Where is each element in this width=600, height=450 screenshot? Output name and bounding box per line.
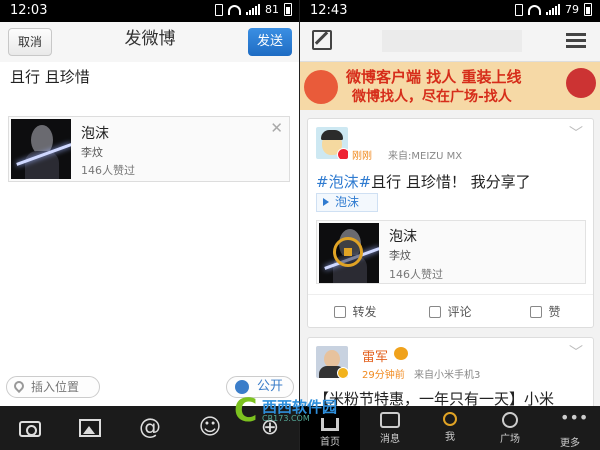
watermark-mark: C [234, 391, 258, 429]
post-hashtag[interactable]: #泡沫# [316, 173, 371, 191]
video-tag-label: 泡沫 [335, 195, 360, 209]
crown-icon [394, 347, 408, 360]
comment-button[interactable]: 评论 [403, 295, 498, 328]
watermark-logo: C 西西软件园 CR173.COM [232, 392, 380, 428]
like-button[interactable]: 赞 [498, 295, 593, 328]
play-button-icon[interactable] [333, 237, 363, 267]
battery-icon [584, 3, 592, 16]
repost-button[interactable]: 转发 [308, 295, 403, 328]
post-time: 29分钟前 [362, 370, 405, 381]
author-name[interactable]: 雷军 [362, 346, 388, 365]
post-time: 刚刚 [352, 151, 372, 162]
cancel-button[interactable]: 取消 [8, 28, 52, 56]
status-bar: 12:03 81 [0, 0, 300, 22]
play-icon [323, 198, 329, 206]
status-time: 12:03 [10, 3, 48, 18]
mascot-icon [566, 68, 596, 98]
chevron-down-icon[interactable]: ﹀ [569, 342, 583, 362]
battery-level: 81 [265, 3, 279, 16]
wifi-icon [528, 4, 541, 15]
weibo-badge-icon [337, 148, 348, 159]
status-bar: 12:43 79 [300, 0, 600, 22]
avatar[interactable] [316, 127, 348, 159]
music-card[interactable]: 泡沫 李炆 146人赞过 [316, 220, 586, 284]
more-icon: ••• [560, 408, 589, 427]
nav-square[interactable]: 广场 [480, 406, 540, 450]
thumbs-up-icon [530, 306, 543, 318]
nav-me[interactable]: 我 [420, 406, 480, 450]
mascot-icon [304, 70, 338, 104]
status-time: 12:43 [310, 3, 348, 18]
timeline-screen: 12:43 79 微博客户端 找人 重装上线 微博找人，尽在广场-找人 刚刚 来… [300, 0, 600, 450]
vibrate-icon [215, 3, 223, 16]
album-thumbnail [319, 223, 379, 283]
compose-icon[interactable] [312, 30, 332, 50]
post-body: 且行 且珍惜！ 我分享了 [371, 173, 531, 191]
camera-icon[interactable] [16, 414, 44, 442]
search-icon [502, 412, 518, 428]
feed-post[interactable]: 刚刚 来自:MEIZU MX ﹀ #泡沫#且行 且珍惜！ 我分享了 泡沫 泡沫 … [307, 118, 594, 328]
music-attachment-card[interactable]: 泡沫 李炆 146人赞过 ✕ [8, 116, 290, 182]
comment-icon [429, 306, 442, 318]
emoji-icon[interactable]: ☺ [196, 414, 224, 442]
send-button[interactable]: 发送 [248, 28, 292, 56]
battery-level: 79 [565, 3, 579, 16]
promo-banner[interactable]: 微博客户端 找人 重装上线 微博找人，尽在广场-找人 [300, 62, 600, 110]
battery-icon [284, 3, 292, 16]
nav-more[interactable]: ••• 更多 [540, 406, 600, 450]
timeline-header [300, 22, 600, 62]
verified-icon [337, 367, 348, 378]
song-title: 泡沫 [389, 229, 417, 245]
message-icon [380, 412, 400, 428]
repost-icon [334, 306, 347, 318]
post-actions: 转发 评论 赞 [308, 294, 593, 328]
banner-line2: 微博找人，尽在广场-找人 [352, 89, 512, 105]
location-pin-icon [11, 378, 27, 394]
watermark-url: CR173.COM [262, 414, 310, 423]
post-source: 来自:MEIZU MX [388, 151, 463, 162]
signal-icon [546, 4, 560, 15]
signal-icon [246, 4, 260, 15]
video-tag[interactable]: 泡沫 [316, 193, 378, 212]
song-likes: 146人赞过 [389, 268, 443, 281]
avatar[interactable] [316, 346, 348, 378]
album-thumbnail [11, 119, 71, 179]
wifi-icon [228, 4, 241, 15]
song-artist: 李炆 [389, 249, 411, 262]
song-title: 泡沫 [81, 126, 109, 142]
menu-icon[interactable] [566, 33, 586, 49]
post-source: 来自小米手机3 [414, 370, 481, 381]
compose-header: 发微博 取消 发送 [0, 22, 300, 62]
profile-icon [443, 412, 457, 426]
compose-input[interactable]: 且行 且珍惜 [10, 66, 90, 87]
banner-line1: 微博客户端 找人 重装上线 [346, 68, 522, 86]
header-title-area [382, 30, 522, 52]
insert-location-button[interactable]: 插入位置 [6, 376, 100, 398]
insert-location-label: 插入位置 [31, 380, 80, 394]
chevron-down-icon[interactable]: ﹀ [569, 123, 583, 143]
song-artist: 李炆 [81, 146, 103, 159]
close-icon[interactable]: ✕ [270, 119, 283, 137]
post-text: #泡沫#且行 且珍惜！ 我分享了 [316, 171, 531, 192]
song-likes: 146人赞过 [81, 164, 135, 177]
vibrate-icon [515, 3, 523, 16]
mention-icon[interactable]: @ [136, 414, 164, 442]
image-icon[interactable] [76, 414, 104, 442]
compose-screen: 12:03 81 发微博 取消 发送 且行 且珍惜 泡沫 李炆 146人赞过 ✕… [0, 0, 300, 450]
